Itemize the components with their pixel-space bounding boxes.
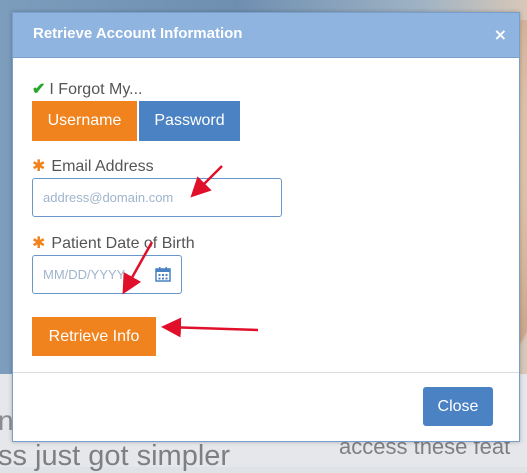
modal-title: Retrieve Account Information — [33, 25, 243, 42]
check-icon: ✔ — [32, 81, 46, 98]
email-label-row: ✱ Email Address — [32, 156, 154, 176]
asterisk-icon: ✱ — [32, 235, 46, 252]
close-icon[interactable]: × — [494, 25, 507, 44]
dob-label-row: ✱ Patient Date of Birth — [32, 233, 195, 253]
modal-footer-divider — [13, 372, 519, 373]
modal-header: Retrieve Account Information × — [13, 13, 519, 58]
asterisk-icon: ✱ — [32, 158, 46, 175]
calendar-icon[interactable] — [155, 266, 171, 282]
password-button[interactable]: Password — [139, 101, 240, 141]
email-label: Email Address — [51, 158, 154, 175]
email-field[interactable] — [32, 178, 282, 217]
forgot-label-row: ✔ I Forgot My... — [32, 79, 142, 99]
username-button[interactable]: Username — [32, 101, 137, 141]
dob-label: Patient Date of Birth — [51, 235, 195, 252]
background-heading-fragment: ss just got simpler — [0, 440, 231, 472]
retrieve-account-modal: Retrieve Account Information × ✔ I Forgot… — [12, 12, 520, 442]
forgot-label: I Forgot My... — [49, 81, 143, 98]
close-button[interactable]: Close — [423, 387, 493, 426]
retrieve-info-button[interactable]: Retrieve Info — [32, 317, 156, 356]
